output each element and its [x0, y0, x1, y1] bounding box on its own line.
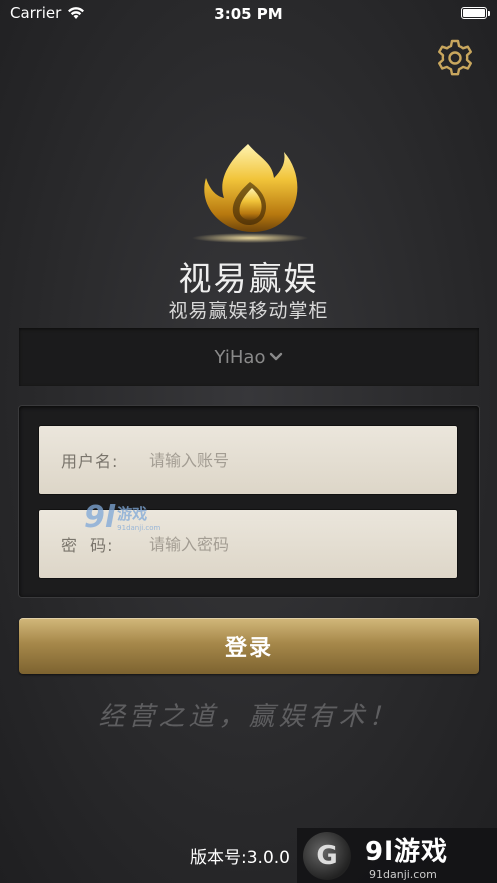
gear-icon: [438, 39, 472, 76]
company-selector[interactable]: YiHao: [19, 328, 479, 386]
corner-watermark: G 9l游戏 91danji.com: [297, 828, 497, 883]
username-field[interactable]: 用户名:: [39, 426, 457, 494]
brand-logo: [190, 140, 310, 245]
watermark-url: 91danji.com: [117, 524, 161, 532]
brand-subtitle: 视易赢娱移动掌柜: [168, 300, 329, 322]
watermark-brand-text: 游戏: [394, 836, 449, 867]
watermark-brand-number: 9l: [365, 836, 395, 867]
watermark-brand: 9l游戏 91danji.com: [365, 831, 448, 881]
company-selector-value: YiHao: [214, 346, 266, 368]
battery-fill: [463, 9, 485, 17]
chevron-down-icon: [270, 352, 283, 361]
slogan: 经营之道，赢娱有术！: [98, 702, 399, 732]
status-bar: Carrier 3:05 PM: [0, 0, 497, 28]
username-input[interactable]: [147, 449, 431, 471]
brand-title: 视易赢娱: [178, 259, 319, 298]
watermark-logo-icon: G: [303, 831, 351, 880]
username-label: 用户名:: [61, 452, 119, 471]
watermark-brand-url: 91danji.com: [369, 867, 437, 881]
battery-icon: [461, 7, 490, 19]
status-time: 3:05 PM: [214, 5, 283, 23]
password-label: 密 码:: [61, 536, 114, 555]
watermark-overlay: 9l 游戏 91danji.com: [84, 500, 160, 535]
watermark-text-group: 游戏 91danji.com: [117, 503, 160, 532]
password-input[interactable]: [147, 533, 431, 555]
login-button[interactable]: 登录: [19, 618, 479, 674]
flame-logo-icon: [192, 144, 308, 243]
watermark-number: 9l: [84, 500, 116, 535]
watermark-brand-name: 9l游戏: [365, 831, 448, 868]
settings-button[interactable]: [435, 38, 475, 78]
watermark-text: 游戏: [117, 505, 148, 523]
version-label: 版本号:3.0.0: [190, 848, 290, 868]
